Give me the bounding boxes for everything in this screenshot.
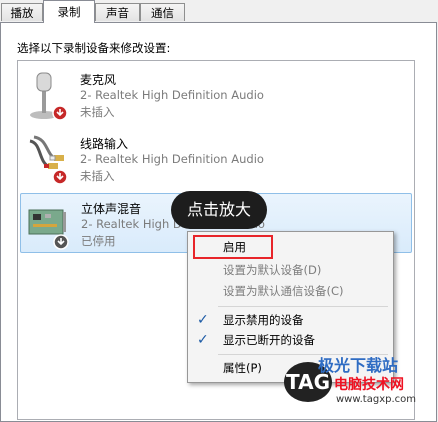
device-status: 未插入 [80, 105, 115, 119]
menu-item-label: 显示禁用的设备 [223, 313, 304, 327]
device-name: 麦克风 [80, 73, 117, 87]
tab-recording[interactable]: 录制 [43, 0, 95, 23]
menu-item-label: 设置为默认通信设备(C) [223, 284, 344, 298]
zoom-hint-bubble: 点击放大 [171, 191, 267, 229]
device-item-line-in[interactable]: 线路输入 2- Realtek High Definition Audio 未插… [20, 129, 412, 189]
menu-separator [218, 306, 388, 307]
menu-item-set-default[interactable]: 设置为默认设备(D) [188, 260, 393, 280]
device-name: 线路输入 [80, 137, 129, 151]
device-name: 立体声混音 [81, 202, 142, 216]
menu-item-label: 设置为默认设备(D) [223, 263, 322, 277]
watermark-line3: www.tagxp.com [336, 394, 416, 405]
menu-item-show-disconnected[interactable]: ✓ 显示已断开的设备 [188, 330, 393, 350]
device-status: 未插入 [80, 169, 115, 183]
checkmark-icon: ✓ [197, 332, 209, 348]
checkmark-icon: ✓ [197, 312, 209, 328]
tab-sounds[interactable]: 声音 [95, 3, 140, 21]
device-driver: 2- Realtek High Definition Audio [80, 152, 264, 166]
menu-item-set-default-comm[interactable]: 设置为默认通信设备(C) [188, 281, 393, 301]
device-status: 已停用 [81, 234, 116, 248]
watermark-line1: 极光下载站 [318, 356, 399, 375]
menu-item-label: 显示已断开的设备 [223, 333, 315, 347]
instruction-text: 选择以下录制设备来修改设置: [17, 41, 171, 55]
menu-item-label: 属性(P) [223, 361, 262, 375]
line-in-cable-icon [24, 133, 74, 187]
device-driver: 2- Realtek High Definition Audio [80, 88, 264, 102]
enable-highlight-box [193, 235, 273, 259]
watermark-line2: 电脑技术网 [334, 377, 404, 393]
watermark: TAG 极光下载站 电脑技术网 www.tagxp.com [278, 352, 438, 412]
tab-strip: 播放 录制 声音 通信 [0, 0, 438, 23]
tab-communications[interactable]: 通信 [140, 3, 185, 21]
menu-item-show-disabled[interactable]: ✓ 显示禁用的设备 [188, 310, 393, 330]
sound-card-icon [25, 198, 75, 252]
microphone-icon [24, 69, 74, 123]
device-item-microphone[interactable]: 麦克风 2- Realtek High Definition Audio 未插入 [20, 65, 412, 125]
tab-playback[interactable]: 播放 [1, 3, 43, 21]
